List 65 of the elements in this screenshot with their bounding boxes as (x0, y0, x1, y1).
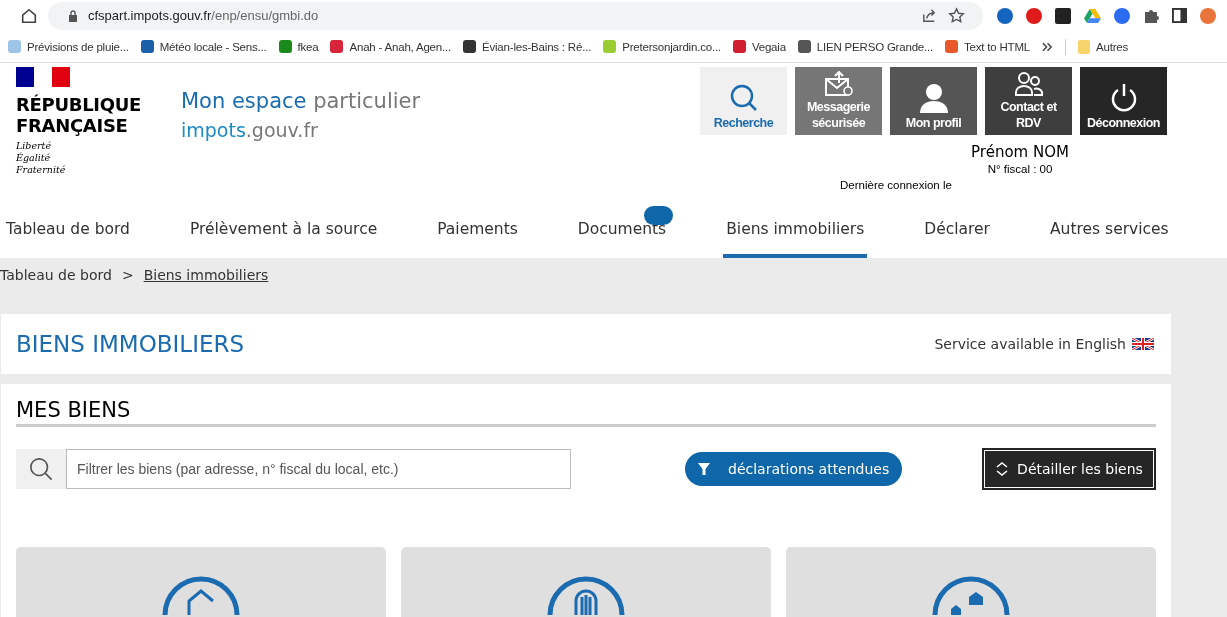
last-login: Dernière connexion le (840, 179, 953, 191)
home-icon[interactable] (20, 6, 38, 25)
nav-tab[interactable]: Documents (574, 200, 670, 258)
star-icon[interactable] (948, 7, 965, 24)
bookmark[interactable]: Anah - Anah, Agen... (330, 40, 451, 53)
nav-tab[interactable]: Tableau de bord (3, 200, 133, 258)
bookmark[interactable]: fkea (278, 40, 319, 53)
bookmark[interactable]: Prévisions de pluie... (8, 40, 129, 53)
english-link[interactable]: Service available in English (934, 336, 1154, 352)
url-text: cfspart.impots.gouv.fr/enp/ensu/gmbi.do (88, 8, 319, 23)
property-card[interactable] (401, 547, 771, 617)
building-icon (546, 575, 626, 615)
drive-icon[interactable] (1084, 8, 1101, 23)
section-title: MES BIENS (16, 398, 1156, 427)
site-title: Mon espace particulier (181, 89, 421, 113)
person-icon (918, 83, 949, 113)
avatar-icon[interactable] (1200, 7, 1216, 24)
house-icon (161, 575, 241, 615)
mail-button[interactable]: Messagerie sécurisée (795, 67, 882, 135)
site-domain: impots.gouv.fr (181, 119, 319, 141)
bookmark-folder[interactable]: Autres (1078, 39, 1129, 54)
filter-button[interactable]: déclarations attendues (685, 452, 903, 486)
people-icon (1013, 71, 1044, 97)
lock-icon (68, 9, 78, 22)
search-icon (728, 83, 759, 113)
buildings-icon (931, 575, 1011, 615)
nav-tab[interactable]: Déclarer (921, 200, 993, 258)
contact-button[interactable]: Contact et RDV (985, 67, 1072, 135)
nav-tab[interactable]: Paiements (434, 200, 521, 258)
search-button[interactable]: Recherche (700, 67, 787, 135)
nav-tab[interactable]: Prélèvement à la source (186, 200, 381, 258)
detail-button[interactable]: Détailler les biens (982, 448, 1156, 490)
breadcrumb-separator: > (121, 267, 134, 283)
profile-button[interactable]: Mon profil (890, 67, 977, 135)
filter-input[interactable]: Filtrer les biens (par adresse, n° fiscal du local, etc.) (66, 449, 571, 489)
bookmark[interactable]: Vegaia (732, 40, 786, 53)
bookmark[interactable]: LIEN PERSO Grande... (797, 40, 934, 53)
bookmark[interactable]: Évian-les-Bains : Ré... (463, 40, 592, 53)
share-icon[interactable] (921, 7, 938, 24)
user-name: Prénom NOM (970, 143, 1070, 161)
breadcrumb-link[interactable]: Biens immobiliers (143, 267, 269, 283)
address-bar[interactable]: cfspart.impots.gouv.fr/enp/ensu/gmbi.do (48, 1, 983, 30)
chevron-icon[interactable] (1042, 41, 1053, 52)
property-card[interactable] (16, 547, 386, 617)
logout-button[interactable]: Déconnexion (1080, 67, 1167, 135)
page-title: BIENS IMMOBILIERS (16, 331, 245, 357)
fiscal-number: N° fiscal : 00 (986, 163, 1054, 175)
search-icon (29, 457, 53, 481)
bookmark[interactable]: Météo locale - Sens... (140, 40, 267, 53)
expand-icon (995, 462, 1010, 476)
bookmark[interactable]: Pretersonjardin.co... (603, 40, 721, 53)
funnel-icon (698, 463, 710, 475)
brand-name: RÉPUBLIQUE FRANÇAISE (16, 94, 143, 136)
flag-icon (16, 67, 70, 87)
property-card[interactable] (786, 547, 1156, 617)
folder-icon (1078, 39, 1090, 54)
bookmark[interactable]: Text to HTML (945, 40, 1030, 53)
brand-motto: Liberté Égalité Fraternité (16, 140, 67, 176)
sidebar-icon[interactable] (1172, 8, 1187, 23)
extension-icon[interactable] (1055, 7, 1071, 24)
breadcrumb-link[interactable]: Tableau de bord (0, 267, 112, 283)
uk-flag-icon (1132, 338, 1154, 350)
mail-icon (823, 71, 854, 97)
puzzle-icon[interactable] (1143, 7, 1159, 24)
nav-tab[interactable]: Autres services (1047, 200, 1172, 258)
